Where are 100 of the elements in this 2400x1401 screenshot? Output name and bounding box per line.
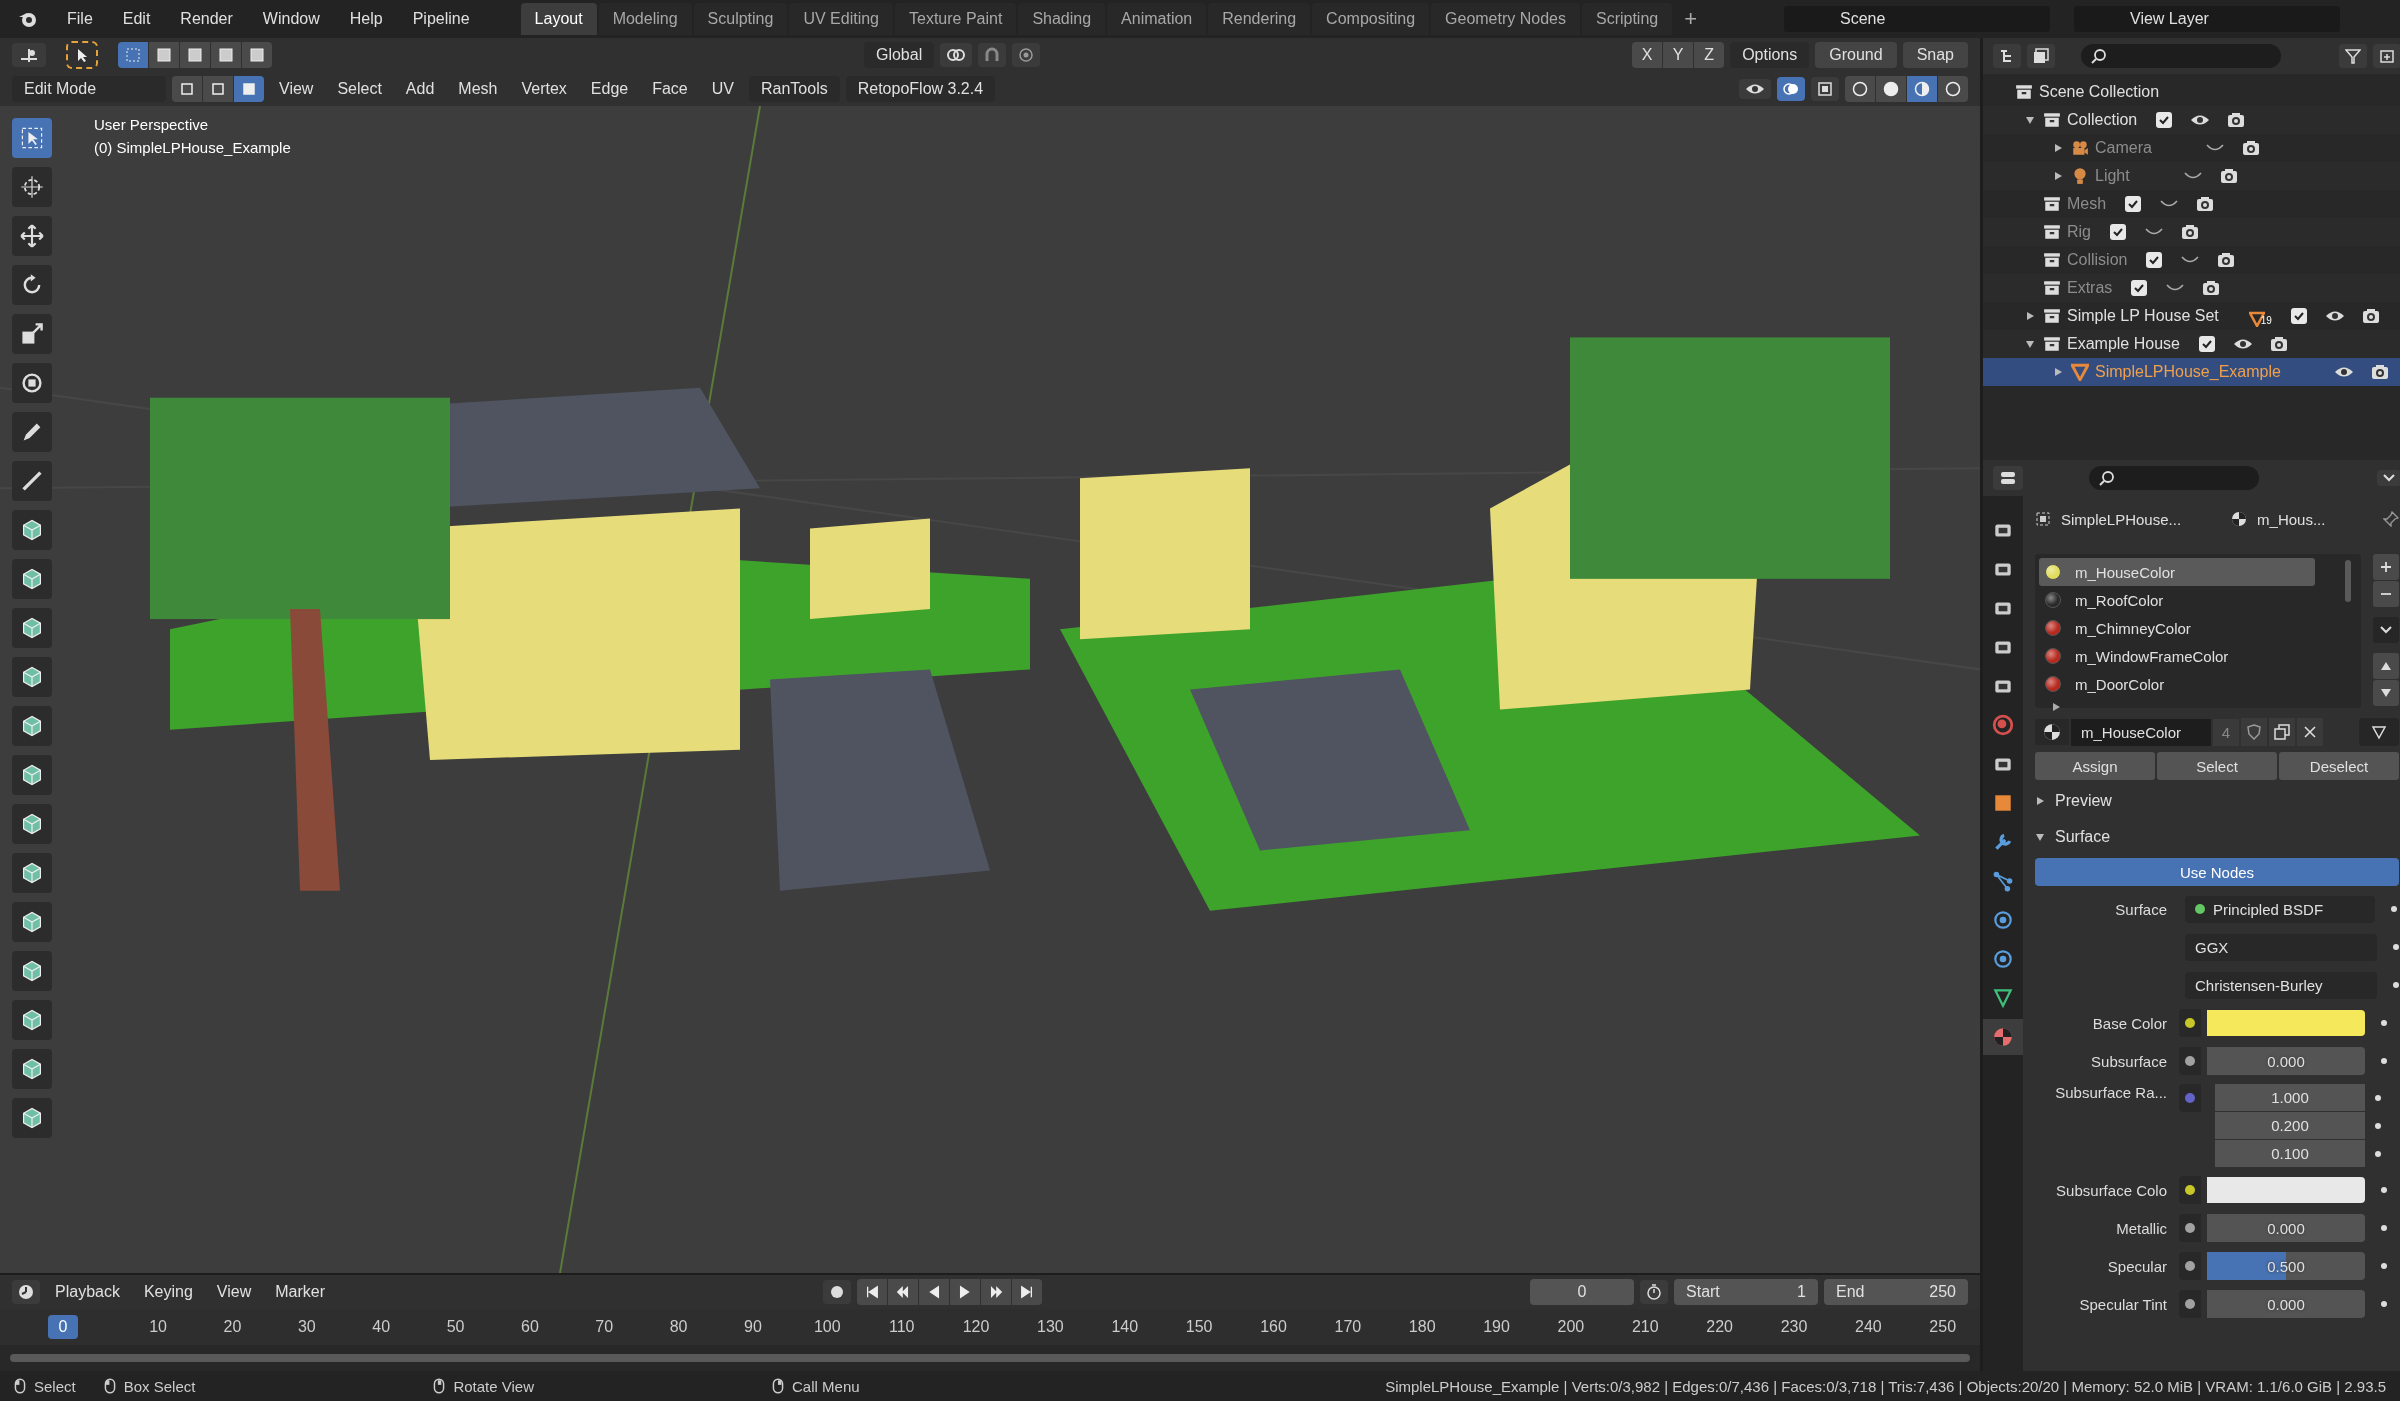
exclude-checkbox[interactable] [2146, 252, 2163, 268]
mirror-axis-toggle[interactable]: Z [1694, 42, 1725, 68]
previous-keyframe-icon[interactable] [887, 1279, 918, 1305]
number-field[interactable]: 0.200 [2215, 1112, 2365, 1139]
keyframe-dot[interactable] [2381, 1187, 2387, 1193]
transform-icon[interactable] [12, 363, 52, 403]
color-swatch[interactable] [2207, 1177, 2365, 1203]
action-button[interactable]: Select [2157, 752, 2277, 780]
keyframe-dot[interactable] [2375, 1094, 2381, 1101]
selection-mode-button[interactable] [180, 42, 210, 68]
selection-mode-button[interactable] [211, 42, 241, 68]
filter-icon[interactable] [2339, 44, 2367, 68]
cube-icon[interactable] [12, 1000, 52, 1040]
keyframe-dot[interactable] [2375, 1150, 2381, 1157]
cube-icon[interactable] [12, 902, 52, 942]
cube-icon[interactable] [12, 804, 52, 844]
exclude-checkbox[interactable] [2131, 280, 2148, 296]
editor-type-button[interactable] [1993, 466, 2023, 490]
eye-icon[interactable] [1739, 79, 1771, 99]
socket-dot[interactable] [2185, 1093, 2195, 1103]
select-box-icon[interactable] [12, 118, 52, 158]
workspace-tab[interactable]: UV Editing [789, 3, 893, 35]
collapsed-arrow-icon[interactable] [2025, 311, 2035, 321]
material-slot[interactable]: m_RoofColor [2039, 586, 2315, 614]
snap-button[interactable]: Snap [1902, 42, 1968, 68]
shield-icon[interactable] [2241, 718, 2267, 746]
action-button[interactable]: Deselect [2279, 752, 2399, 780]
ruler-icon[interactable] [12, 461, 52, 501]
collapsed-arrow-icon[interactable] [2053, 143, 2063, 153]
mesh-link-icon[interactable] [2359, 718, 2399, 746]
number-slider[interactable]: 0.000 [2207, 1047, 2365, 1075]
move-up-icon[interactable] [2373, 653, 2399, 679]
display-mode-icon[interactable] [1993, 44, 2021, 68]
expanded-arrow-icon[interactable] [2025, 115, 2035, 125]
view-layer-selector[interactable]: View Layer [2074, 6, 2340, 32]
menu-item[interactable]: Edge [581, 76, 638, 102]
camera-icon[interactable] [2361, 308, 2380, 324]
material-selector[interactable] [2035, 719, 2069, 745]
action-button[interactable]: Assign [2035, 752, 2155, 780]
collapsed-arrow-icon[interactable] [2035, 796, 2045, 806]
eye-icon[interactable] [2333, 366, 2354, 378]
menu-item[interactable]: Select [328, 76, 391, 102]
eye-icon[interactable] [2190, 114, 2211, 126]
scale-icon[interactable] [12, 314, 52, 354]
cube-icon[interactable] [12, 510, 52, 550]
workspace-tab[interactable]: Geometry Nodes [1431, 3, 1580, 35]
panel-header[interactable]: Preview [2035, 786, 2399, 816]
workspace-tab[interactable]: Compositing [1312, 3, 1430, 35]
scrollbar[interactable] [2345, 560, 2351, 602]
workspace-tab[interactable]: Sculpting [693, 3, 788, 35]
cube-icon[interactable] [12, 559, 52, 599]
camera-icon[interactable] [2217, 252, 2236, 268]
dropdown[interactable]: GGX [2185, 933, 2377, 961]
options-caret-icon[interactable] [2377, 470, 2400, 486]
workspace-tab[interactable]: Texture Paint [895, 3, 1017, 35]
collapsed-arrow-icon[interactable] [2053, 367, 2063, 377]
use-nodes-button[interactable]: Use Nodes [2035, 858, 2399, 886]
current-frame-marker[interactable]: 0 [48, 1315, 78, 1339]
workspace-tab[interactable]: Rendering [1208, 3, 1311, 35]
scrollbar[interactable] [10, 1354, 1970, 1362]
face-mode-icon[interactable] [234, 76, 264, 102]
keyframe-dot[interactable] [2381, 1020, 2387, 1026]
number-field[interactable]: 1.000 [2215, 1084, 2365, 1111]
outliner-item[interactable]: Simple LP House Set 19 [1983, 302, 2400, 330]
menu-item[interactable]: Playback [46, 1279, 129, 1305]
vertex-mode-icon[interactable] [172, 76, 202, 102]
menu-item[interactable]: Mesh [449, 76, 507, 102]
number-slider[interactable]: 0.000 [2207, 1214, 2365, 1242]
expanded-arrow-icon[interactable] [2035, 832, 2045, 842]
menu-item[interactable]: Vertex [512, 76, 576, 102]
cube-icon[interactable] [12, 657, 52, 697]
exclude-checkbox[interactable] [2125, 196, 2142, 212]
socket-dot[interactable] [2185, 1261, 2195, 1271]
menu-item[interactable]: View [270, 76, 323, 102]
move-down-icon[interactable] [2373, 680, 2399, 706]
options-dropdown[interactable]: Options [1730, 42, 1810, 68]
specials-caret-icon[interactable] [2373, 617, 2399, 643]
menu-item[interactable]: File [54, 6, 106, 32]
new-collection-icon[interactable] [2373, 44, 2400, 68]
menu-item[interactable]: Render [167, 6, 246, 32]
socket-dot[interactable] [2185, 1223, 2195, 1233]
camera-icon[interactable] [2219, 168, 2238, 184]
keyframe-dot[interactable] [2381, 1263, 2387, 1269]
camera-icon[interactable] [2181, 224, 2199, 240]
rotate-icon[interactable] [12, 265, 52, 305]
collapsed-arrow-icon[interactable] [2051, 702, 2061, 712]
material-slot[interactable]: m_DoorColor [2039, 670, 2315, 698]
cube-icon[interactable] [12, 706, 52, 746]
material-name-field[interactable]: m_HouseColor [2071, 718, 2211, 746]
next-keyframe-icon[interactable] [980, 1279, 1011, 1305]
orientation-dropdown[interactable]: Global [863, 42, 935, 68]
mirror-axis-toggle[interactable]: X [1632, 42, 1663, 68]
workspace-tab[interactable]: Animation [1107, 3, 1207, 35]
camera-icon[interactable] [2202, 280, 2221, 296]
camera-icon[interactable] [2241, 140, 2260, 156]
scene-selector[interactable]: Scene [1784, 6, 2050, 32]
camera-icon[interactable] [2269, 336, 2288, 352]
socket-dot[interactable] [2185, 1185, 2195, 1195]
ground-button[interactable]: Ground [1815, 42, 1897, 68]
material-slot[interactable]: m_WindowFrameColor [2039, 642, 2315, 670]
